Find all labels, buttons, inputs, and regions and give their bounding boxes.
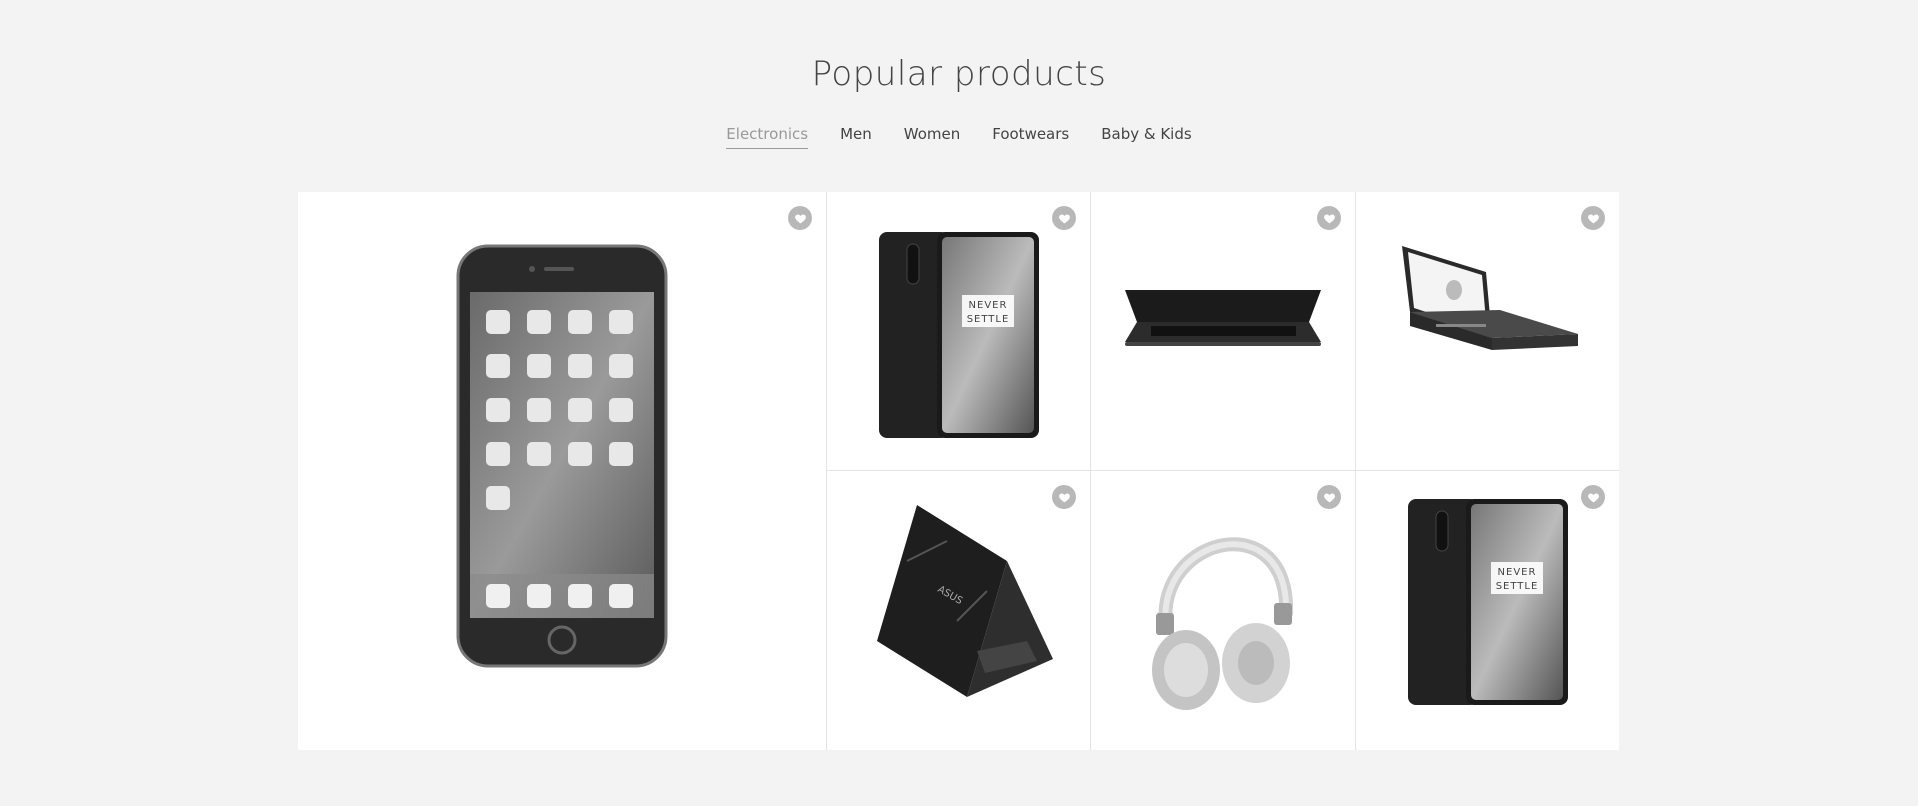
tab-footwears[interactable]: Footwears	[992, 125, 1069, 149]
heart-icon	[1058, 492, 1070, 502]
product-card-asus[interactable]: ASUS	[826, 471, 1090, 750]
product-card-laptop[interactable]	[1090, 192, 1355, 471]
product-card-iphone[interactable]	[298, 192, 826, 750]
settle-text: SETTLE	[1496, 581, 1539, 592]
never-text: NEVER	[969, 300, 1008, 311]
product-grid: NEVER SETTLE ASUS NEVER SETTLE	[298, 192, 1619, 750]
heart-icon	[1058, 213, 1070, 223]
oneplus-phone-2-image: NEVER SETTLE	[1408, 499, 1568, 705]
wishlist-button[interactable]	[1581, 485, 1605, 509]
product-card-alienware[interactable]	[1355, 192, 1619, 471]
wishlist-button[interactable]	[1317, 206, 1341, 230]
wishlist-button[interactable]	[1052, 206, 1076, 230]
tab-men[interactable]: Men	[840, 125, 872, 149]
tab-baby-kids[interactable]: Baby & Kids	[1101, 125, 1191, 149]
heart-icon	[1587, 492, 1599, 502]
product-card-oneplus-2[interactable]: NEVER SETTLE	[1355, 471, 1619, 750]
section-title: Popular products	[811, 54, 1107, 94]
laptop-closed-image	[1125, 290, 1321, 346]
wishlist-button[interactable]	[788, 206, 812, 230]
wishlist-button[interactable]	[1581, 206, 1605, 230]
product-card-headphones[interactable]	[1090, 471, 1355, 750]
never-text: NEVER	[1498, 567, 1537, 578]
headphones-image	[1152, 537, 1294, 710]
iphone-image	[456, 244, 668, 668]
oneplus-phone-image: NEVER SETTLE	[879, 232, 1039, 438]
alienware-laptop-image	[1402, 246, 1578, 350]
heart-icon	[1323, 213, 1335, 223]
tab-electronics[interactable]: Electronics	[726, 125, 808, 149]
heart-icon	[1323, 492, 1335, 502]
heart-icon	[1587, 213, 1599, 223]
category-tabs: Electronics Men Women Footwears Baby & K…	[0, 125, 1918, 149]
tab-women[interactable]: Women	[904, 125, 960, 149]
asus-laptop-image: ASUS	[877, 505, 1053, 697]
settle-text: SETTLE	[967, 314, 1010, 325]
product-card-oneplus[interactable]: NEVER SETTLE	[826, 192, 1090, 471]
wishlist-button[interactable]	[1317, 485, 1341, 509]
heart-icon	[794, 213, 806, 223]
